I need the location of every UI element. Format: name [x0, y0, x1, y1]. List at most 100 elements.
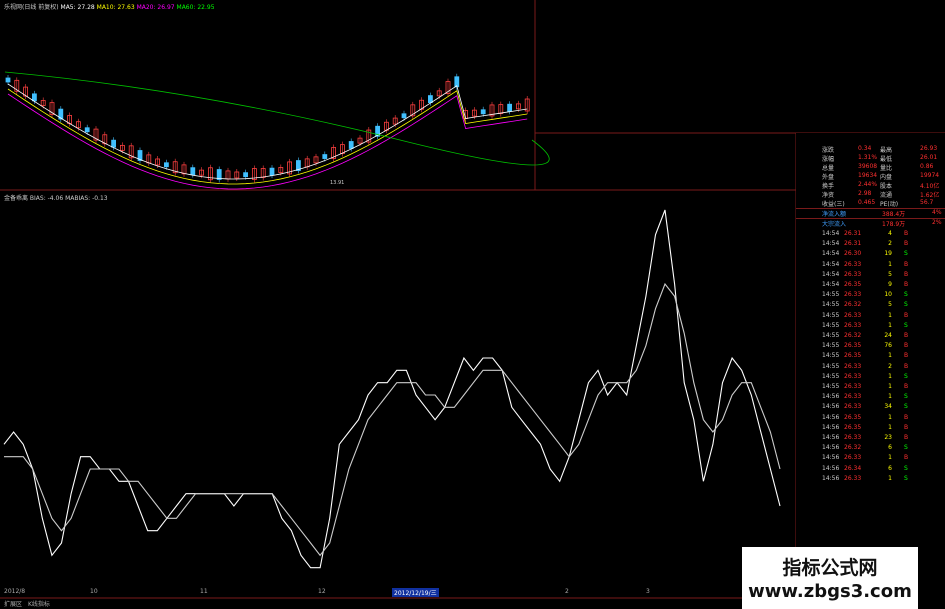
tick-row: 14:54 26.31 2 B — [796, 240, 945, 250]
main-chart-title: 乐视网(日线 前复权) — [4, 4, 59, 11]
tick-t: 14:55 — [822, 291, 840, 299]
date-axis-label: 10 — [90, 588, 98, 595]
tick-t: 14:55 — [822, 332, 840, 339]
tick-d: S — [904, 301, 908, 309]
tab-extension[interactable]: 扩展区 — [4, 599, 22, 608]
tick-v: 1 — [888, 413, 892, 421]
tick-v: 10 — [884, 291, 892, 299]
bias-series-mabias — [4, 282, 781, 557]
tick-d: B — [904, 342, 909, 350]
tick-p: 26.32 — [844, 332, 862, 339]
tick-d: B — [904, 434, 909, 441]
tick-p: 26.32 — [844, 301, 862, 309]
tick-p: 26.34 — [844, 464, 862, 472]
tick-row: 14:56 26.34 6 S — [796, 465, 945, 475]
tick-t: 14:55 — [822, 352, 840, 360]
tick-t: 14:56 — [822, 464, 840, 472]
quote-k1: 涨幅 — [822, 156, 835, 163]
tick-d: S — [904, 393, 908, 401]
quote-k2: 最高 — [880, 147, 893, 154]
tick-t: 14:55 — [822, 321, 840, 329]
quote-v2: 19974 — [920, 172, 940, 179]
tick-row: 14:55 26.33 1 B — [796, 383, 945, 393]
quote-k2: PE(动) — [880, 201, 899, 208]
tick-v: 76 — [884, 342, 892, 350]
quote-summary-row: 涨幅 1.31% 最低 26.01 — [796, 154, 945, 163]
quote-panel: 涨跌 0.34 最高 26.93 涨幅 1.31% 最低 26.01 总量 39608 量比 0.86… — [796, 133, 945, 609]
quote-k2: 最低 — [880, 156, 893, 163]
tick-row: 14:54 26.35 9 B — [796, 281, 945, 291]
tick-p: 26.33 — [844, 291, 862, 299]
fund-flow-v: 178.9万 — [882, 221, 906, 228]
quote-v2: 0.86 — [920, 163, 934, 170]
tick-t: 14:54 — [822, 240, 840, 248]
tick-d: B — [904, 352, 909, 360]
tick-t: 14:56 — [822, 393, 840, 401]
date-axis-label: 12 — [318, 588, 326, 595]
tick-v: 1 — [888, 260, 892, 268]
tick-t: 14:54 — [822, 250, 840, 258]
quote-v1: 39608 — [858, 163, 878, 170]
tick-v: 1 — [888, 311, 892, 319]
tick-d: B — [904, 260, 909, 268]
fund-flow-k: 大宗流入 — [822, 221, 847, 228]
fund-flow-p: 4% — [932, 209, 942, 216]
quote-k1: 净资 — [822, 192, 835, 199]
tick-v: 1 — [888, 383, 892, 390]
quote-k1: 总量 — [822, 165, 835, 172]
date-axis-label: 2012/8 — [4, 588, 26, 595]
tick-d: S — [904, 321, 908, 329]
date-axis-label: 3 — [646, 588, 650, 595]
tick-p: 26.33 — [844, 362, 862, 370]
tick-d: B — [904, 240, 909, 248]
tick-row: 14:56 26.33 1 S — [796, 475, 945, 485]
tick-p: 26.31 — [844, 230, 862, 237]
tick-row: 14:55 26.35 76 B — [796, 342, 945, 352]
tick-v: 19 — [884, 250, 892, 258]
tick-p: 26.33 — [844, 383, 862, 390]
tick-row: 14:55 26.33 1 S — [796, 322, 945, 332]
tick-v: 1 — [888, 454, 892, 462]
tick-row: 14:55 26.33 1 S — [796, 373, 945, 383]
quote-v2: 4.10亿 — [920, 183, 940, 190]
fund-flow-row: 净流入额 388.4万 4% — [796, 208, 945, 218]
tick-v: 4 — [888, 230, 892, 237]
tick-d: S — [904, 403, 908, 411]
tick-d: B — [904, 311, 909, 319]
ma-legend-item: MA60: 22.95 — [174, 4, 215, 11]
tick-v: 2 — [888, 362, 892, 370]
tick-t: 14:56 — [822, 434, 840, 441]
date-axis-label: 2012/12/19/三 — [392, 588, 439, 597]
tick-p: 26.33 — [844, 311, 862, 319]
tick-row: 14:56 26.33 1 B — [796, 454, 945, 464]
tick-v: 5 — [888, 301, 892, 309]
ma-legend-item: MA20: 26.97 — [134, 4, 175, 11]
fund-flow-v: 388.4万 — [882, 211, 906, 218]
fund-flow-p: 2% — [932, 219, 942, 226]
tick-v: 1 — [888, 423, 892, 431]
quote-summary-row: 净资 2.98 流通 1.62亿 — [796, 190, 945, 199]
tick-p: 26.33 — [844, 260, 862, 268]
tick-t: 14:56 — [822, 444, 840, 452]
tick-d: B — [904, 270, 909, 278]
quote-summary-row: 总量 39608 量比 0.86 — [796, 163, 945, 172]
quote-k1: 收益(三) — [822, 201, 845, 208]
quote-v1: 2.98 — [858, 190, 872, 197]
fund-flow-k: 净流入额 — [822, 211, 847, 218]
tick-d: S — [904, 464, 908, 472]
tick-d: B — [904, 281, 909, 288]
quote-v1: 19634 — [858, 172, 878, 179]
tick-row: 14:56 26.33 1 S — [796, 393, 945, 403]
sub-chart-title: 金备乖离 BIAS: -4.06 MABIAS: -0.13 — [4, 195, 108, 202]
tab-kline-indicator[interactable]: K线指标 — [28, 599, 50, 608]
ma-legend: MA5: 27.28 MA10: 27.63 MA20: 26.97 MA60:… — [61, 4, 215, 11]
tick-t: 14:56 — [822, 413, 840, 421]
tick-t: 14:54 — [822, 230, 840, 237]
quote-v1: 2.44% — [858, 181, 878, 188]
tick-p: 26.35 — [844, 413, 862, 421]
tick-v: 1 — [888, 474, 892, 482]
tick-row: 14:55 26.32 5 S — [796, 301, 945, 311]
tick-t: 14:55 — [822, 383, 840, 390]
tick-row: 14:56 26.33 23 B — [796, 434, 945, 444]
tick-t: 14:55 — [822, 311, 840, 319]
